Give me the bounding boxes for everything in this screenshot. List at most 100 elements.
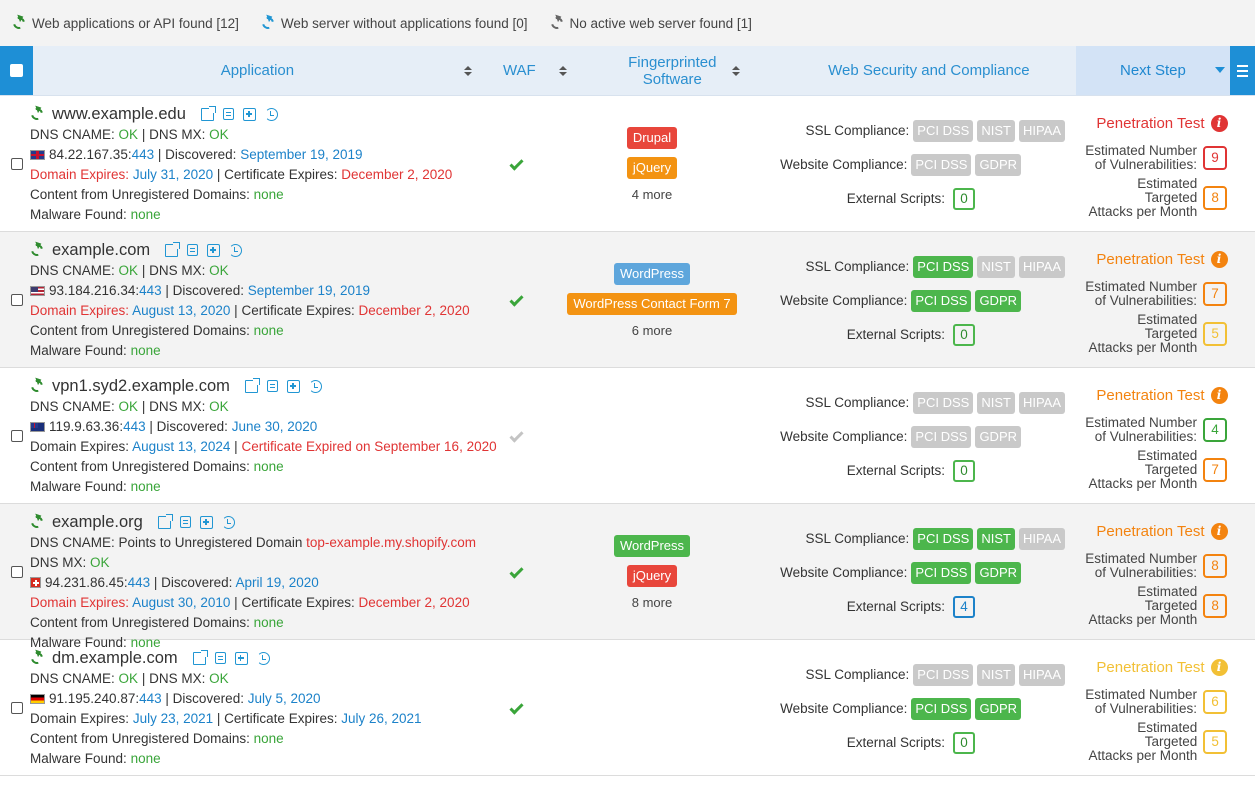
- hipaa-badge[interactable]: HIPAA: [1018, 527, 1065, 550]
- hostname[interactable]: vpn1.syd2.example.com: [52, 377, 230, 396]
- nist-badge[interactable]: NIST: [977, 391, 1015, 414]
- column-waf[interactable]: WAF: [482, 46, 583, 95]
- hostname[interactable]: www.example.edu: [52, 105, 186, 124]
- nist-badge[interactable]: NIST: [977, 663, 1015, 686]
- pci-dss-badge[interactable]: PCI DSS: [911, 289, 972, 312]
- port-link[interactable]: 443: [139, 691, 162, 706]
- sort-icon[interactable]: [732, 65, 741, 76]
- gdpr-badge[interactable]: GDPR: [975, 289, 1021, 312]
- external-link-icon[interactable]: [200, 105, 216, 121]
- row-checkbox[interactable]: [0, 504, 30, 639]
- column-next-step[interactable]: Next Step: [1075, 46, 1231, 95]
- copy-icon[interactable]: [266, 379, 278, 392]
- software-tag[interactable]: jQuery: [626, 565, 678, 587]
- external-scripts-count[interactable]: 0: [953, 323, 975, 346]
- column-fingerprinted[interactable]: Fingerprinted Software: [583, 46, 782, 95]
- history-icon[interactable]: [256, 651, 270, 665]
- external-scripts-count[interactable]: 0: [953, 187, 975, 210]
- attacks-count[interactable]: 5: [1203, 321, 1227, 346]
- hostname[interactable]: example.com: [52, 241, 150, 260]
- port-link[interactable]: 443: [128, 575, 151, 590]
- software-tag[interactable]: WordPress: [613, 535, 691, 557]
- column-menu-icon[interactable]: [1230, 46, 1255, 95]
- external-scripts-count[interactable]: 0: [953, 731, 975, 754]
- sort-icon[interactable]: [558, 65, 567, 76]
- copy-icon[interactable]: [187, 243, 199, 256]
- pci-dss-badge[interactable]: PCI DSS: [911, 561, 972, 584]
- dropdown-caret-icon[interactable]: [1215, 67, 1226, 73]
- hipaa-badge[interactable]: HIPAA: [1018, 391, 1065, 414]
- more-software-link[interactable]: 8 more: [632, 595, 672, 610]
- info-icon[interactable]: i: [1210, 115, 1228, 132]
- penetration-test-link[interactable]: Penetration Test i: [1083, 520, 1241, 544]
- gdpr-badge[interactable]: GDPR: [975, 561, 1021, 584]
- row-checkbox[interactable]: [0, 232, 30, 367]
- add-icon[interactable]: [199, 515, 213, 529]
- copy-icon[interactable]: [222, 107, 234, 120]
- vulnerabilities-count[interactable]: 8: [1203, 553, 1227, 578]
- software-tag[interactable]: jQuery: [626, 157, 678, 179]
- pci-dss-badge[interactable]: PCI DSS: [913, 527, 974, 550]
- attacks-count[interactable]: 5: [1203, 729, 1227, 754]
- pci-dss-badge[interactable]: PCI DSS: [911, 425, 972, 448]
- add-icon[interactable]: [242, 107, 256, 121]
- more-software-link[interactable]: 4 more: [632, 187, 672, 202]
- attacks-count[interactable]: 7: [1203, 457, 1227, 482]
- hostname[interactable]: dm.example.com: [52, 649, 178, 668]
- hipaa-badge[interactable]: HIPAA: [1018, 119, 1065, 142]
- history-icon[interactable]: [221, 515, 235, 529]
- info-icon[interactable]: i: [1210, 251, 1228, 268]
- pci-dss-badge[interactable]: PCI DSS: [913, 255, 974, 278]
- port-link[interactable]: 443: [123, 419, 146, 434]
- pci-dss-badge[interactable]: PCI DSS: [913, 663, 974, 686]
- legend-no-apps[interactable]: Web server without applications found [0…: [261, 16, 528, 31]
- vulnerabilities-count[interactable]: 7: [1203, 281, 1227, 306]
- gdpr-badge[interactable]: GDPR: [975, 425, 1021, 448]
- external-link-icon[interactable]: [165, 241, 181, 257]
- penetration-test-link[interactable]: Penetration Test i: [1083, 656, 1241, 680]
- external-scripts-count[interactable]: 4: [953, 595, 975, 618]
- pci-dss-badge[interactable]: PCI DSS: [911, 153, 972, 176]
- software-tag[interactable]: Drupal: [626, 127, 678, 149]
- legend-apps-found[interactable]: Web applications or API found [12]: [12, 16, 239, 31]
- nist-badge[interactable]: NIST: [977, 527, 1015, 550]
- history-icon[interactable]: [264, 107, 278, 121]
- info-icon[interactable]: i: [1210, 659, 1228, 676]
- info-icon[interactable]: i: [1210, 523, 1228, 540]
- attacks-count[interactable]: 8: [1203, 593, 1227, 618]
- penetration-test-link[interactable]: Penetration Test i: [1083, 248, 1241, 272]
- copy-icon[interactable]: [214, 651, 226, 664]
- software-tag[interactable]: WordPress: [613, 263, 691, 285]
- add-icon[interactable]: [234, 651, 248, 665]
- vulnerabilities-count[interactable]: 9: [1203, 145, 1227, 170]
- sort-icon[interactable]: [463, 65, 472, 76]
- history-icon[interactable]: [229, 243, 243, 257]
- row-checkbox[interactable]: [0, 96, 30, 231]
- port-link[interactable]: 443: [139, 283, 162, 298]
- software-tag[interactable]: WordPress Contact Form 7: [567, 293, 737, 315]
- external-link-icon[interactable]: [157, 513, 173, 529]
- add-icon[interactable]: [207, 243, 221, 257]
- hipaa-badge[interactable]: HIPAA: [1018, 255, 1065, 278]
- nist-badge[interactable]: NIST: [977, 255, 1015, 278]
- info-icon[interactable]: i: [1210, 387, 1228, 404]
- attacks-count[interactable]: 8: [1203, 185, 1227, 210]
- penetration-test-link[interactable]: Penetration Test i: [1083, 384, 1241, 408]
- add-icon[interactable]: [286, 379, 300, 393]
- pci-dss-badge[interactable]: PCI DSS: [913, 391, 974, 414]
- gdpr-badge[interactable]: GDPR: [975, 697, 1021, 720]
- vulnerabilities-count[interactable]: 4: [1203, 417, 1227, 442]
- select-all-checkbox[interactable]: [0, 46, 33, 95]
- more-software-link[interactable]: 6 more: [632, 323, 672, 338]
- copy-icon[interactable]: [179, 515, 191, 528]
- port-link[interactable]: 443: [132, 147, 155, 162]
- row-checkbox[interactable]: [0, 640, 30, 775]
- gdpr-badge[interactable]: GDPR: [975, 153, 1021, 176]
- external-link-icon[interactable]: [192, 649, 208, 665]
- hipaa-badge[interactable]: HIPAA: [1018, 663, 1065, 686]
- pci-dss-badge[interactable]: PCI DSS: [913, 119, 974, 142]
- row-checkbox[interactable]: [0, 368, 30, 503]
- legend-no-server[interactable]: No active web server found [1]: [550, 16, 752, 31]
- pci-dss-badge[interactable]: PCI DSS: [911, 697, 972, 720]
- dns-cname-link[interactable]: top-example.my.shopify.com: [306, 535, 476, 550]
